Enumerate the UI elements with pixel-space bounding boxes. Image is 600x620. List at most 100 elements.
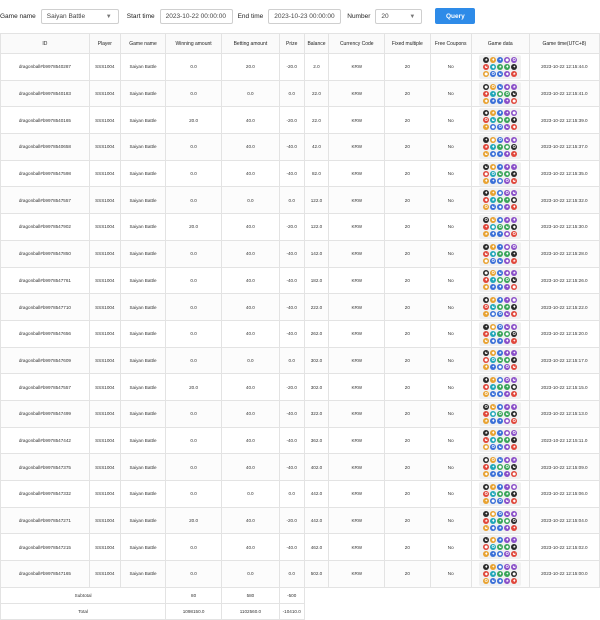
row-game-data[interactable]: ★ ♦ ✦ ● ✪ ☯ ◆ ★ ♦ ✦ ● ✪ ☯ ◆ ★	[470, 53, 530, 81]
symbol-icon: ◆	[504, 544, 511, 551]
symbol-icon: ★	[497, 537, 504, 544]
symbol-icon: ☯	[497, 70, 504, 77]
row-game-data[interactable]: ★ ♦ ✦ ● ✪ ☯ ◆ ★ ♦ ✦ ● ✪ ☯ ◆ ★	[470, 239, 530, 268]
symbol-icon: ♦	[504, 524, 511, 531]
game-data-symbols[interactable]: ☯ ◆ ★ ♦ ✦ ● ✪ ☯ ◆ ★ ♦ ✦ ● ✪ ☯	[479, 535, 522, 560]
row-game-data[interactable]: ◆ ★ ♦ ✦ ● ✪ ☯ ◆ ★ ♦ ✦ ● ✪ ☯ ◆	[470, 106, 530, 135]
row-game-time: 2023-10-22 12:15:00.0	[528, 560, 600, 588]
start-time-input[interactable]: 2023-10-22 00:00:00	[159, 8, 233, 24]
symbol-icon: ●	[483, 457, 490, 464]
symbol-icon: ✦	[483, 323, 490, 330]
number-select[interactable]: 20 ▼	[375, 8, 423, 24]
end-time-input[interactable]: 2023-10-23 00:00:00	[268, 8, 342, 24]
row-game-data[interactable]: ♦ ✦ ● ✪ ☯ ◆ ★ ♦ ✦ ● ✪ ☯ ◆ ★ ♦	[470, 186, 530, 215]
game-data-symbols[interactable]: ✪ ☯ ◆ ★ ♦ ✦ ● ✪ ☯ ◆ ★ ♦ ✦ ● ✪	[479, 214, 522, 239]
game-data-symbols[interactable]: ☯ ◆ ★ ♦ ✦ ● ✪ ☯ ◆ ★ ♦ ✦ ● ✪ ☯	[479, 348, 522, 373]
symbol-icon: ●	[483, 357, 490, 364]
row-game-time: 2023-10-22 12:15:17.0	[528, 346, 600, 375]
symbol-icon: ☯	[490, 391, 497, 398]
symbol-icon: ●	[490, 311, 497, 318]
row-game-data[interactable]: ● ✪ ☯ ◆ ★ ♦ ✦ ● ✪ ☯ ◆ ★ ♦ ✦ ●	[470, 266, 530, 295]
row-player: SSS1004	[88, 506, 121, 535]
game-data-symbols[interactable]: ✦ ● ✪ ☯ ◆ ★ ♦ ✦ ● ✪ ☯ ◆ ★ ♦ ✦	[479, 134, 522, 159]
row-prize: 0.0	[278, 346, 305, 375]
row-game-data[interactable]: ✦ ● ✪ ☯ ◆ ★ ♦ ✦ ● ✪ ☯ ◆ ★ ♦ ✦	[470, 506, 530, 535]
row-game-data[interactable]: ✪ ☯ ◆ ★ ♦ ✦ ● ✪ ☯ ◆ ★ ♦ ✦ ● ✪	[470, 213, 530, 241]
row-free-coupons: No	[429, 239, 472, 268]
number-value: 20	[381, 12, 389, 20]
subtotal-winning: 80	[165, 586, 222, 604]
row-winning: 0.0	[165, 53, 222, 81]
symbol-icon: ✦	[511, 150, 518, 157]
symbol-icon: ✦	[490, 551, 497, 558]
symbol-icon: ●	[497, 563, 504, 570]
row-game-data[interactable]: ☯ ◆ ★ ♦ ✦ ● ✪ ☯ ◆ ★ ♦ ✦ ● ✪ ☯	[470, 533, 530, 562]
game-data-symbols[interactable]: ◆ ★ ♦ ✦ ● ✪ ☯ ◆ ★ ♦ ✦ ● ✪ ☯ ◆	[479, 295, 522, 320]
symbol-icon: ✪	[490, 444, 497, 451]
symbol-icon: ●	[504, 517, 511, 524]
row-currency: KRW	[328, 399, 386, 428]
game-name-select[interactable]: Saiyan Battle ▼	[40, 8, 119, 24]
game-data-symbols[interactable]: ♦ ✦ ● ✪ ☯ ◆ ★ ♦ ✦ ● ✪ ☯ ◆ ★ ♦	[479, 561, 522, 586]
symbol-icon: ✦	[483, 510, 490, 517]
symbol-icon: ●	[511, 297, 518, 304]
row-id: dragonball#b9978547598	[0, 159, 90, 188]
row-balance: 2.0	[303, 53, 330, 81]
row-game-data[interactable]: ☯ ◆ ★ ♦ ✦ ● ✪ ☯ ◆ ★ ♦ ✦ ● ✪ ☯	[470, 346, 530, 375]
game-data-symbols[interactable]: ★ ♦ ✦ ● ✪ ☯ ◆ ★ ♦ ✦ ● ✪ ☯ ◆ ★	[479, 241, 522, 266]
row-game-data[interactable]: ● ✪ ☯ ◆ ★ ♦ ✦ ● ✪ ☯ ◆ ★ ♦ ✦ ●	[470, 79, 530, 108]
symbol-icon: ★	[504, 204, 511, 211]
symbol-icon: ◆	[490, 63, 497, 70]
row-prize: -20.0	[278, 213, 305, 241]
game-data-symbols[interactable]: ◆ ★ ♦ ✦ ● ✪ ☯ ◆ ★ ♦ ✦ ● ✪ ☯ ◆	[479, 481, 522, 506]
symbol-icon: ☯	[490, 117, 497, 124]
symbol-icon: ✦	[497, 143, 504, 150]
row-game-data[interactable]: ♦ ✦ ● ✪ ☯ ◆ ★ ♦ ✦ ● ✪ ☯ ◆ ★ ♦	[470, 560, 530, 588]
row-free-coupons: No	[429, 293, 472, 321]
game-data-symbols[interactable]: ✦ ● ✪ ☯ ◆ ★ ♦ ✦ ● ✪ ☯ ◆ ★ ♦ ✦	[479, 508, 522, 533]
symbol-icon: ☯	[504, 124, 511, 131]
table-row: dragonball#b9978540165 SSS1004 Saiyan Batt…	[0, 106, 600, 135]
row-game-data[interactable]: ● ✪ ☯ ◆ ★ ♦ ✦ ● ✪ ☯ ◆ ★ ♦ ✦ ●	[470, 453, 530, 481]
game-data-symbols[interactable]: ✦ ● ✪ ☯ ◆ ★ ♦ ✦ ● ✪ ☯ ◆ ★ ♦ ✦	[479, 321, 522, 346]
symbol-icon: ♦	[490, 143, 497, 150]
table-row: dragonball#b9978540287 SSS1004 Saiyan Batt…	[0, 53, 600, 81]
row-prize: -20.0	[278, 506, 305, 535]
row-game-data[interactable]: ✦ ● ✪ ☯ ◆ ★ ♦ ✦ ● ✪ ☯ ◆ ★ ♦ ✦	[470, 133, 530, 161]
row-betting: 0.0	[220, 79, 280, 108]
row-game-data[interactable]: ★ ♦ ✦ ● ✪ ☯ ◆ ★ ♦ ✦ ● ✪ ☯ ◆ ★	[470, 426, 530, 455]
row-game-data[interactable]: ✪ ☯ ◆ ★ ♦ ✦ ● ✪ ☯ ◆ ★ ♦ ✦ ● ✪	[470, 399, 530, 428]
row-id: dragonball#b9978540287	[0, 53, 90, 81]
game-data-symbols[interactable]: ● ✪ ☯ ◆ ★ ♦ ✦ ● ✪ ☯ ◆ ★ ♦ ✦ ●	[479, 81, 522, 106]
row-game-data[interactable]: ♦ ✦ ● ✪ ☯ ◆ ★ ♦ ✦ ● ✪ ☯ ◆ ★ ♦	[470, 373, 530, 401]
game-data-symbols[interactable]: ♦ ✦ ● ✪ ☯ ◆ ★ ♦ ✦ ● ✪ ☯ ◆ ★ ♦	[479, 375, 522, 400]
row-game-data[interactable]: ☯ ◆ ★ ♦ ✦ ● ✪ ☯ ◆ ★ ♦ ✦ ● ✪ ☯	[470, 159, 530, 188]
game-data-symbols[interactable]: ★ ♦ ✦ ● ✪ ☯ ◆ ★ ♦ ✦ ● ✪ ☯ ◆ ★	[479, 428, 522, 453]
game-data-symbols[interactable]: ◆ ★ ♦ ✦ ● ✪ ☯ ◆ ★ ♦ ✦ ● ✪ ☯ ◆	[479, 108, 522, 133]
game-data-symbols[interactable]: ♦ ✦ ● ✪ ☯ ◆ ★ ♦ ✦ ● ✪ ☯ ◆ ★ ♦	[479, 188, 522, 213]
game-data-symbols[interactable]: ★ ♦ ✦ ● ✪ ☯ ◆ ★ ♦ ✦ ● ✪ ☯ ◆ ★	[479, 54, 522, 79]
row-game-data[interactable]: ✦ ● ✪ ☯ ◆ ★ ♦ ✦ ● ✪ ☯ ◆ ★ ♦ ✦	[470, 319, 530, 348]
symbol-icon: ♦	[504, 150, 511, 157]
row-game-data[interactable]: ◆ ★ ♦ ✦ ● ✪ ☯ ◆ ★ ♦ ✦ ● ✪ ☯ ◆	[470, 480, 530, 508]
row-winning: 20.0	[165, 106, 222, 135]
row-game-data[interactable]: ◆ ★ ♦ ✦ ● ✪ ☯ ◆ ★ ♦ ✦ ● ✪ ☯ ◆	[470, 293, 530, 321]
symbol-icon: ●	[497, 364, 504, 371]
game-data-symbols[interactable]: ☯ ◆ ★ ♦ ✦ ● ✪ ☯ ◆ ★ ♦ ✦ ● ✪ ☯	[479, 161, 522, 186]
symbol-icon: ♦	[490, 330, 497, 337]
query-button[interactable]: Query	[435, 8, 476, 24]
symbol-icon: ✪	[511, 430, 518, 437]
game-data-symbols[interactable]: ● ✪ ☯ ◆ ★ ♦ ✦ ● ✪ ☯ ◆ ★ ♦ ✦ ●	[479, 268, 522, 293]
row-id: dragonball#b9978547710	[0, 293, 90, 321]
game-data-symbols[interactable]: ✪ ☯ ◆ ★ ♦ ✦ ● ✪ ☯ ◆ ★ ♦ ✦ ● ✪	[479, 401, 522, 426]
game-data-symbols[interactable]: ● ✪ ☯ ◆ ★ ♦ ✦ ● ✪ ☯ ◆ ★ ♦ ✦ ●	[479, 455, 522, 480]
symbol-icon: ☯	[483, 250, 490, 257]
row-balance: 442.0	[303, 506, 330, 535]
row-player: SSS1004	[88, 293, 121, 321]
row-balance: 262.0	[303, 319, 330, 348]
symbol-icon: ♦	[497, 297, 504, 304]
row-free-coupons: No	[429, 213, 472, 241]
symbol-icon: ★	[490, 297, 497, 304]
table-row: dragonball#b9978547499 SSS1004 Saiyan Batt…	[0, 399, 600, 428]
symbol-icon: ✦	[511, 163, 518, 170]
